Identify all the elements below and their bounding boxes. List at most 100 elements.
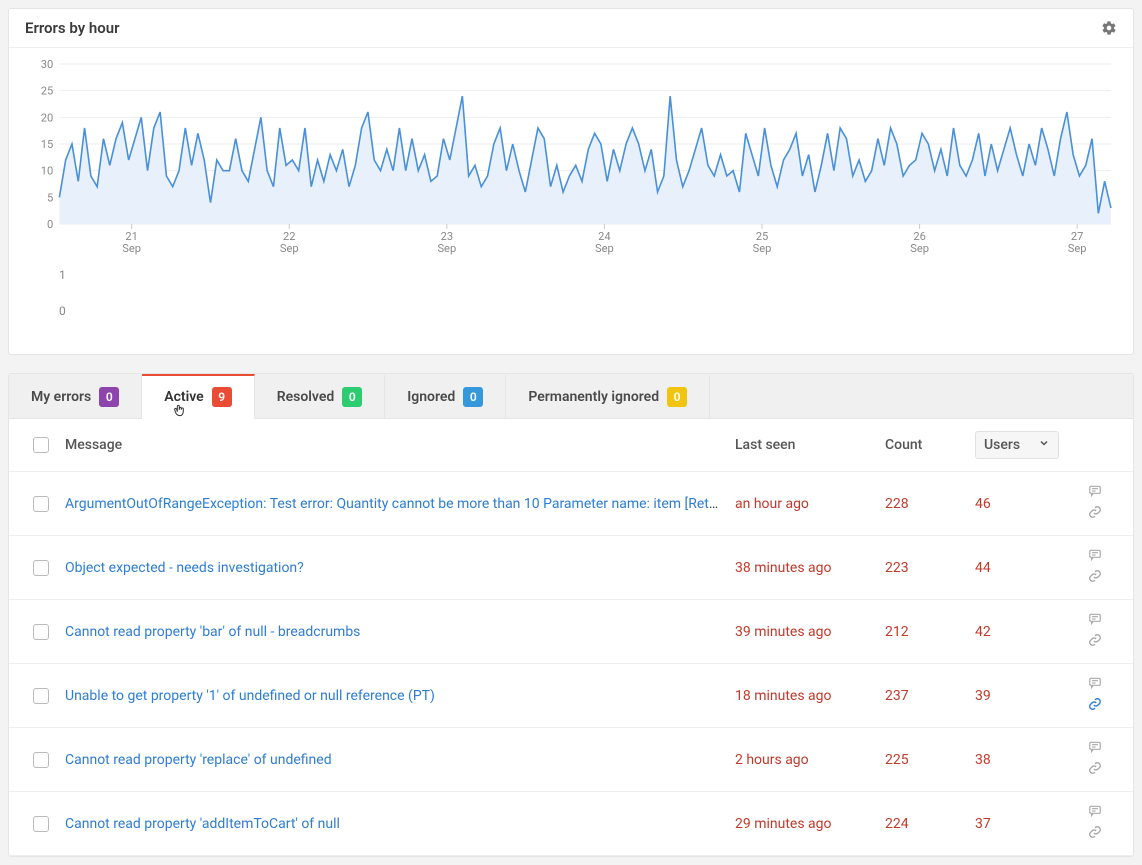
tab-label: My errors — [31, 389, 91, 405]
comment-icon[interactable] — [1088, 676, 1102, 694]
table-row: Unable to get property '1' of undefined … — [9, 664, 1133, 728]
table-row: Cannot read property 'addItemToCart' of … — [9, 792, 1133, 856]
chart-svg[interactable]: 05101520253021Sep22Sep23Sep24Sep25Sep26S… — [25, 58, 1117, 258]
tab-label: Permanently ignored — [528, 389, 659, 405]
tabs-bar: My errors0Active9Resolved0Ignored0Perman… — [9, 374, 1133, 419]
error-link[interactable]: Object expected - needs investigation? — [65, 560, 304, 576]
row-actions — [1065, 804, 1125, 843]
svg-text:22: 22 — [283, 230, 295, 243]
comment-icon[interactable] — [1088, 484, 1102, 502]
table-header: Message Last seen Count Users — [9, 419, 1133, 472]
tab-badge: 9 — [212, 387, 232, 407]
row-count: 225 — [885, 752, 975, 768]
error-link[interactable]: Cannot read property 'replace' of undefi… — [65, 752, 332, 768]
svg-text:27: 27 — [1071, 230, 1083, 243]
row-last-seen: an hour ago — [735, 496, 885, 512]
comment-icon[interactable] — [1088, 548, 1102, 566]
tab-badge: 0 — [463, 387, 483, 407]
gear-icon[interactable] — [1101, 20, 1117, 36]
link-icon[interactable] — [1088, 825, 1102, 843]
svg-text:Sep: Sep — [280, 242, 299, 255]
tab-label: Ignored — [407, 389, 455, 405]
svg-text:10: 10 — [41, 165, 53, 178]
row-actions — [1065, 612, 1125, 651]
tab-perm-ignored[interactable]: Permanently ignored 0 — [506, 374, 710, 418]
row-message: Cannot read property 'bar' of null - bre… — [65, 624, 735, 640]
col-users-sort[interactable]: Users — [975, 431, 1059, 459]
row-count: 224 — [885, 816, 975, 832]
tab-badge: 0 — [667, 387, 687, 407]
row-users: 44 — [975, 560, 1065, 576]
row-users: 38 — [975, 752, 1065, 768]
row-count: 228 — [885, 496, 975, 512]
row-users: 39 — [975, 688, 1065, 704]
tab-ignored[interactable]: Ignored 0 — [385, 374, 506, 418]
link-icon[interactable] — [1088, 633, 1102, 651]
table-row: Object expected - needs investigation? 3… — [9, 536, 1133, 600]
row-users: 42 — [975, 624, 1065, 640]
chevron-down-icon — [1038, 437, 1050, 453]
svg-text:Sep: Sep — [122, 242, 141, 255]
row-count: 237 — [885, 688, 975, 704]
col-message: Message — [65, 437, 735, 453]
errors-panel: My errors0Active9Resolved0Ignored0Perman… — [8, 373, 1134, 857]
errors-table: Message Last seen Count Users ArgumentOu… — [9, 419, 1133, 856]
col-last-seen: Last seen — [735, 437, 885, 453]
error-link[interactable]: ArgumentOutOfRangeException: Test error:… — [65, 496, 735, 512]
svg-text:20: 20 — [41, 111, 53, 124]
svg-text:25: 25 — [41, 85, 53, 98]
svg-text:26: 26 — [913, 230, 925, 243]
tab-resolved[interactable]: Resolved0 — [255, 374, 386, 418]
error-link[interactable]: Cannot read property 'bar' of null - bre… — [65, 624, 360, 640]
chart-body: 05101520253021Sep22Sep23Sep24Sep25Sep26S… — [9, 48, 1133, 354]
secondary-tick: 1 — [59, 268, 1117, 282]
row-message: Cannot read property 'replace' of undefi… — [65, 752, 735, 768]
tab-active[interactable]: Active9 — [142, 374, 254, 419]
error-link[interactable]: Unable to get property '1' of undefined … — [65, 688, 435, 704]
col-count: Count — [885, 437, 975, 453]
comment-icon[interactable] — [1088, 740, 1102, 758]
row-actions — [1065, 548, 1125, 587]
row-users: 46 — [975, 496, 1065, 512]
row-users: 37 — [975, 816, 1065, 832]
comment-icon[interactable] — [1088, 804, 1102, 822]
row-checkbox[interactable] — [33, 496, 49, 512]
row-checkbox[interactable] — [33, 560, 49, 576]
row-checkbox[interactable] — [33, 752, 49, 768]
row-checkbox[interactable] — [33, 816, 49, 832]
row-count: 212 — [885, 624, 975, 640]
table-row: Cannot read property 'bar' of null - bre… — [9, 600, 1133, 664]
row-message: Cannot read property 'addItemToCart' of … — [65, 816, 735, 832]
row-actions — [1065, 740, 1125, 779]
chart-secondary-axis: 1 0 — [25, 268, 1117, 318]
chart-title: Errors by hour — [25, 19, 120, 37]
comment-icon[interactable] — [1088, 612, 1102, 630]
svg-text:23: 23 — [441, 230, 453, 243]
link-icon[interactable] — [1088, 761, 1102, 779]
row-actions — [1065, 484, 1125, 523]
svg-text:15: 15 — [41, 138, 53, 151]
error-link[interactable]: Cannot read property 'addItemToCart' of … — [65, 816, 340, 832]
link-icon[interactable] — [1088, 569, 1102, 587]
svg-text:Sep: Sep — [1068, 242, 1087, 255]
row-message: ArgumentOutOfRangeException: Test error:… — [65, 496, 735, 512]
select-all-checkbox[interactable] — [33, 437, 49, 453]
link-icon[interactable] — [1088, 697, 1102, 715]
row-message: Unable to get property '1' of undefined … — [65, 688, 735, 704]
row-last-seen: 29 minutes ago — [735, 816, 885, 832]
chart-panel: Errors by hour 05101520253021Sep22Sep23S… — [8, 8, 1134, 355]
svg-text:5: 5 — [47, 191, 53, 204]
secondary-tick: 0 — [59, 304, 1117, 318]
row-last-seen: 39 minutes ago — [735, 624, 885, 640]
table-row: Cannot read property 'replace' of undefi… — [9, 728, 1133, 792]
row-checkbox[interactable] — [33, 688, 49, 704]
tab-badge: 0 — [342, 387, 362, 407]
chart-header: Errors by hour — [9, 9, 1133, 48]
col-users-label: Users — [984, 437, 1020, 453]
svg-text:30: 30 — [41, 58, 53, 71]
row-count: 223 — [885, 560, 975, 576]
tab-my-errors[interactable]: My errors0 — [9, 374, 142, 418]
link-icon[interactable] — [1088, 505, 1102, 523]
row-checkbox[interactable] — [33, 624, 49, 640]
svg-text:21: 21 — [125, 230, 137, 243]
